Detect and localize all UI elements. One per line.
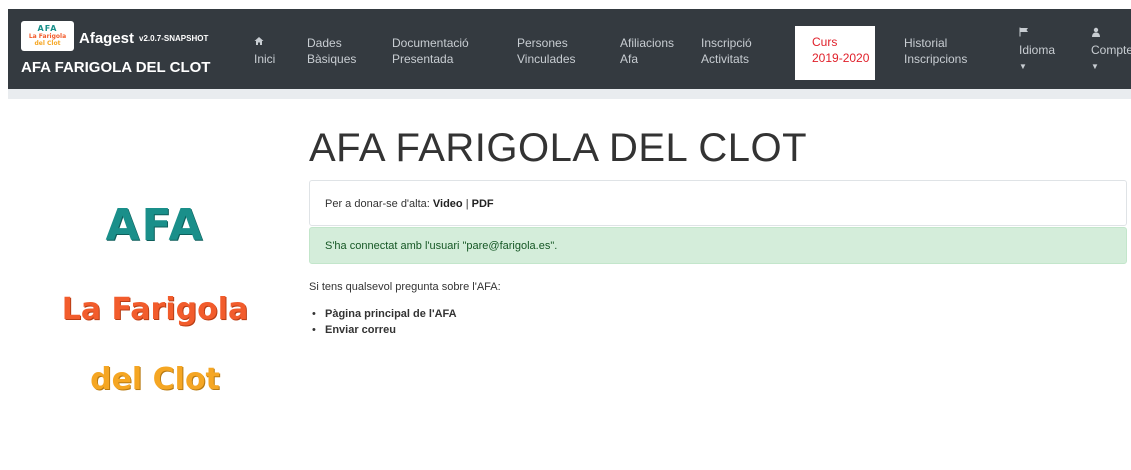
success-alert: S'ha connectat amb l'usuari "pare@farigo…	[309, 227, 1127, 264]
send-email-link[interactable]: Enviar correu	[325, 324, 396, 336]
nav-documentacio[interactable]: Documentació Presentada	[392, 35, 469, 67]
nav-dades-line2: Bàsiques	[307, 52, 357, 66]
nav-historial[interactable]: Historial Inscripcions	[904, 35, 967, 67]
nav-dades-basiques[interactable]: Dades Bàsiques	[307, 35, 356, 67]
nav-afiliacions[interactable]: Afiliacions Afa	[620, 35, 674, 67]
page-title: AFA FARIGOLA DEL CLOT	[309, 126, 808, 170]
nav-historial-line1: Historial	[904, 36, 948, 50]
nav-documentacio-line1: Documentació	[392, 36, 469, 50]
org-name[interactable]: AFA FARIGOLA DEL CLOT	[21, 59, 210, 76]
nav-compte-dropdown[interactable]: Compte ▼	[1091, 26, 1131, 75]
help-links-list: Pàgina principal de l'AFA Enviar correu	[312, 308, 457, 340]
navbar-logo[interactable]: AFA La Farigola del Clot	[21, 21, 74, 51]
logo-line-afa: AFA	[37, 24, 58, 33]
video-link[interactable]: Video	[433, 198, 463, 210]
nav-documentacio-line2: Presentada	[392, 52, 454, 66]
nav-persones-line2: Vinculades	[517, 52, 576, 66]
nav-afiliacions-line1: Afiliacions	[620, 36, 675, 50]
nav-afiliacions-line2: Afa	[620, 52, 639, 66]
nav-compte-label: Compte	[1091, 43, 1131, 57]
pdf-link[interactable]: PDF	[472, 198, 494, 210]
navbar: AFA La Farigola del Clot Afagest v2.0.7-…	[8, 9, 1131, 89]
nav-curs-line1: Curs	[812, 35, 838, 49]
nav-curs-active[interactable]: Curs 2019-2020	[795, 26, 875, 80]
flag-icon	[1019, 26, 1055, 42]
signup-prefix: Per a donar-se d'alta:	[325, 198, 430, 210]
user-icon	[1091, 26, 1131, 42]
question-text: Si tens qualsevol pregunta sobre l'AFA:	[309, 281, 501, 293]
signup-text: Per a donar-se d'alta: Video | PDF	[325, 198, 494, 210]
logo-line-clot: del Clot	[34, 40, 61, 47]
app-name[interactable]: Afagest	[79, 30, 134, 47]
nav-persones-line1: Persones	[517, 36, 568, 50]
alert-message: S'ha connectat amb l'usuari "pare@farigo…	[325, 240, 558, 252]
list-item: Enviar correu	[312, 324, 457, 336]
chevron-down-icon: ▼	[1091, 62, 1099, 71]
nav-inscripcio-activitats[interactable]: Inscripció Activitats	[701, 35, 752, 67]
navbar-separator	[8, 89, 1131, 99]
list-item: Pàgina principal de l'AFA	[312, 308, 457, 320]
nav-idioma-dropdown[interactable]: Idioma ▼	[1019, 26, 1055, 75]
nav-persones-vinculades[interactable]: Persones Vinculades	[517, 35, 576, 67]
home-icon	[254, 35, 275, 51]
nav-dades-line1: Dades	[307, 36, 342, 50]
afa-homepage-link[interactable]: Pàgina principal de l'AFA	[325, 308, 457, 320]
nav-inscripcio-line1: Inscripció	[701, 36, 752, 50]
signup-card: Per a donar-se d'alta: Video | PDF	[309, 180, 1127, 226]
nav-inici[interactable]: Inici	[254, 35, 275, 67]
nav-inscripcio-line2: Activitats	[701, 52, 750, 66]
chevron-down-icon: ▼	[1019, 62, 1027, 71]
nav-curs-line2: 2019-2020	[812, 51, 870, 65]
nav-inici-label: Inici	[254, 52, 276, 66]
logo-large-farigola: La Farigola	[61, 292, 249, 327]
link-separator: |	[465, 198, 469, 210]
top-margin	[0, 0, 1131, 9]
logo-large-clot: del Clot	[90, 362, 220, 397]
logo-line-farigola: La Farigola	[28, 33, 67, 40]
app-version: v2.0.7-SNAPSHOT	[139, 34, 209, 43]
nav-idioma-label: Idioma	[1019, 43, 1056, 57]
logo-large-afa: AFA	[105, 200, 205, 251]
nav-historial-line2: Inscripcions	[904, 52, 968, 66]
